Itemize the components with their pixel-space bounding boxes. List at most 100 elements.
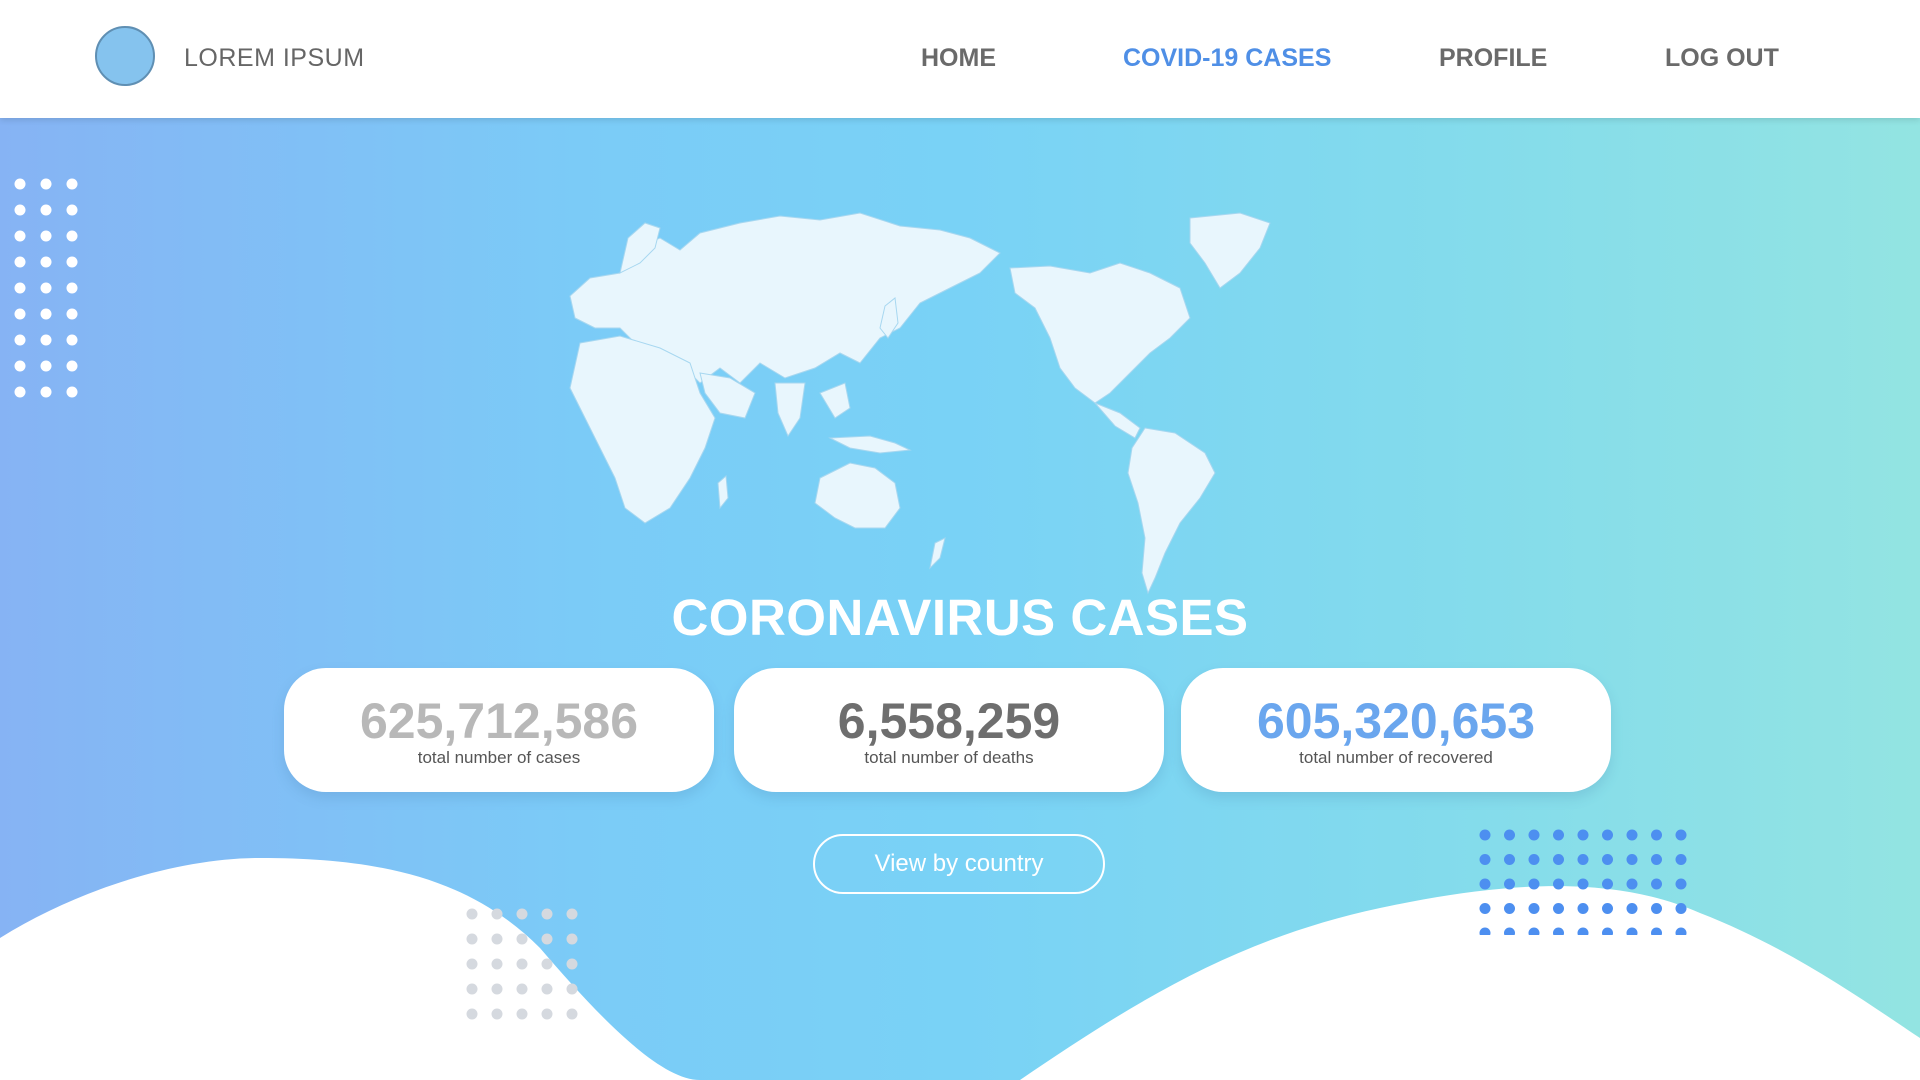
hero-section: CORONAVIRUS CASES 625,712,586 total numb…: [0, 118, 1920, 1080]
decor-dot: [14, 360, 26, 372]
decor-dot: [1479, 903, 1491, 914]
decor-dot: [40, 178, 52, 190]
decor-dot: [566, 908, 578, 920]
dot-pattern-left: [14, 178, 78, 398]
decor-dot: [40, 360, 52, 372]
decor-dot: [516, 933, 528, 945]
decor-dot: [40, 230, 52, 242]
decor-dot: [541, 1008, 553, 1020]
decor-dot: [1602, 903, 1613, 914]
decor-dot: [1651, 829, 1662, 841]
stat-label-deaths: total number of deaths: [864, 748, 1034, 767]
decor-dot: [66, 282, 78, 294]
decor-dot: [66, 386, 78, 398]
decor-dot: [66, 230, 78, 242]
decor-dot: [1675, 927, 1687, 935]
decor-dot: [66, 256, 78, 268]
decor-dot: [1479, 927, 1491, 935]
nav-covid-cases[interactable]: COVID-19 CASES: [1123, 44, 1331, 73]
stat-card-recovered: 605,320,653 total number of recovered: [1181, 668, 1611, 792]
decor-dot: [1651, 903, 1662, 914]
logo-icon[interactable]: [95, 26, 155, 86]
decor-dot: [40, 308, 52, 320]
decor-dot: [14, 256, 26, 268]
decor-dot: [1504, 854, 1515, 865]
decor-dot: [491, 933, 503, 945]
decor-dot: [1528, 927, 1540, 935]
decor-dot: [66, 178, 78, 190]
decor-dot: [66, 360, 78, 372]
decor-dot: [491, 958, 503, 970]
decor-dot: [14, 230, 26, 242]
decor-dot: [1675, 829, 1687, 841]
decor-dot: [1651, 878, 1662, 890]
nav-log-out[interactable]: LOG OUT: [1665, 44, 1779, 73]
decor-dot: [1577, 829, 1589, 841]
dot-pattern-bottom-left: [466, 908, 578, 1020]
decor-dot: [466, 1008, 478, 1020]
dot-pattern-right: [1479, 829, 1687, 935]
hero-title: CORONAVIRUS CASES: [671, 589, 1249, 646]
decor-dot: [566, 933, 578, 945]
view-by-country-button[interactable]: View by country: [813, 834, 1105, 894]
decor-dot: [1479, 854, 1491, 865]
decor-dot: [1602, 829, 1613, 841]
decor-dot: [1528, 878, 1540, 890]
decor-dot: [541, 933, 553, 945]
decor-dot: [1504, 878, 1515, 890]
world-map-icon: [569, 212, 1271, 595]
decor-dot: [14, 178, 26, 190]
decor-dot: [1553, 927, 1564, 935]
brand-name: LOREM IPSUM: [184, 44, 365, 72]
decor-dot: [491, 908, 503, 920]
decor-dot: [1553, 829, 1564, 841]
decor-dot: [1528, 829, 1540, 841]
decor-dot: [1675, 854, 1687, 865]
decor-dot: [1626, 854, 1638, 865]
decor-dot: [566, 983, 578, 995]
stat-label-recovered: total number of recovered: [1299, 748, 1493, 767]
decor-dot: [566, 1008, 578, 1020]
decor-dot: [466, 933, 478, 945]
decor-dot: [541, 983, 553, 995]
decor-dot: [66, 204, 78, 216]
decor-dot: [491, 1008, 503, 1020]
decor-dot: [516, 1008, 528, 1020]
decor-dot: [40, 334, 52, 346]
decor-dot: [491, 983, 503, 995]
decor-dot: [1577, 927, 1589, 935]
stat-value-recovered: 605,320,653: [1256, 693, 1536, 749]
nav-home[interactable]: HOME: [921, 44, 996, 73]
decor-dot: [14, 282, 26, 294]
decor-dot: [1626, 903, 1638, 914]
decor-dot: [1675, 878, 1687, 890]
decor-dot: [1602, 854, 1613, 865]
decor-dot: [40, 256, 52, 268]
decor-dot: [1626, 829, 1638, 841]
decor-dot: [516, 958, 528, 970]
decor-dot: [1577, 854, 1589, 865]
decor-dot: [1626, 878, 1638, 890]
nav-profile[interactable]: PROFILE: [1439, 44, 1547, 73]
decor-dot: [14, 308, 26, 320]
decor-dot: [40, 282, 52, 294]
decor-dot: [541, 908, 553, 920]
decor-dot: [516, 908, 528, 920]
decor-dot: [1528, 854, 1540, 865]
top-navbar: LOREM IPSUM HOME COVID-19 CASES PROFILE …: [0, 0, 1920, 118]
decor-dot: [566, 958, 578, 970]
decor-dot: [1577, 903, 1589, 914]
decor-dot: [466, 958, 478, 970]
stat-card-deaths: 6,558,259 total number of deaths: [734, 668, 1164, 792]
decor-dot: [14, 386, 26, 398]
stat-label-cases: total number of cases: [417, 748, 581, 767]
decor-dot: [1504, 829, 1515, 841]
decor-dot: [14, 334, 26, 346]
decor-dot: [1602, 878, 1613, 890]
decor-dot: [1504, 903, 1515, 914]
decor-dot: [1577, 878, 1589, 890]
decor-dot: [541, 958, 553, 970]
decor-dot: [1504, 927, 1515, 935]
decor-dot: [1602, 927, 1613, 935]
decor-dot: [1479, 829, 1491, 841]
